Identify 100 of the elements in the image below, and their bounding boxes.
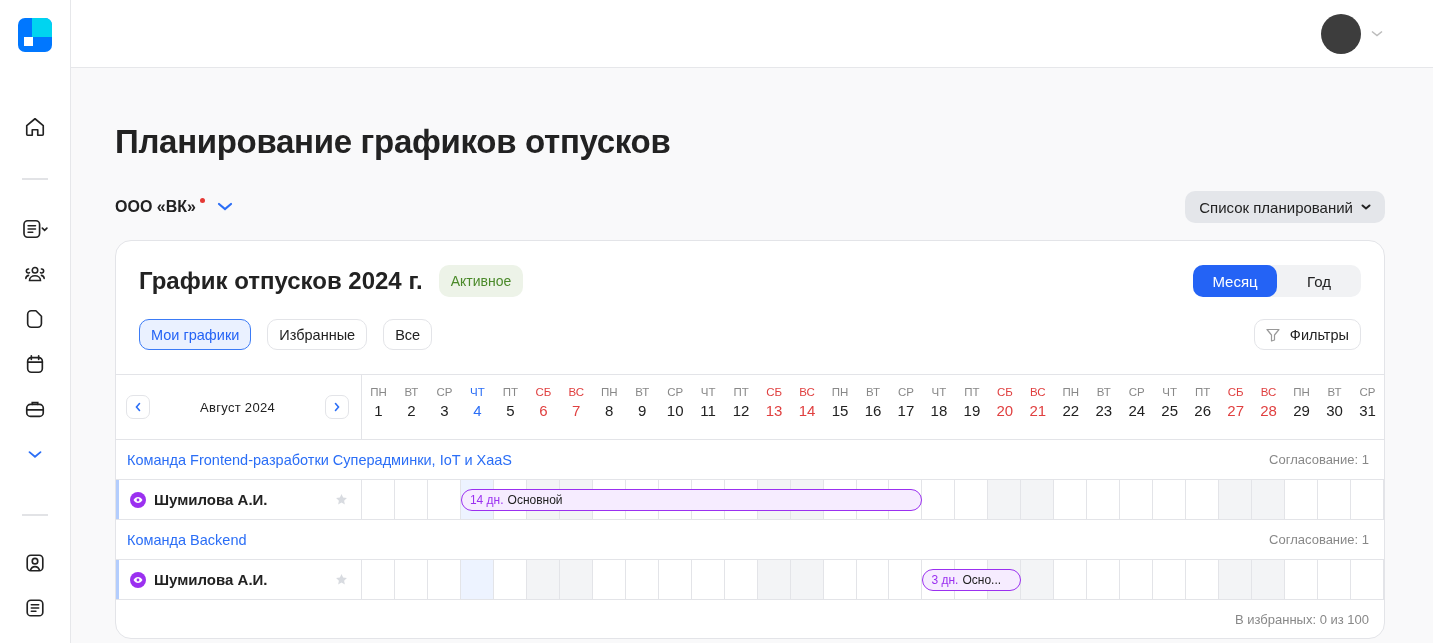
- day-number: 5: [506, 402, 515, 419]
- view-mode-tab[interactable]: Год: [1277, 265, 1361, 297]
- day-number: 25: [1161, 402, 1179, 419]
- weekday-label: СБ: [766, 386, 782, 398]
- day-number: 3: [440, 402, 449, 419]
- filter-chip[interactable]: Избранные: [267, 319, 368, 350]
- weekday-label: СР: [1359, 386, 1376, 398]
- next-month-button[interactable]: [325, 395, 349, 419]
- day-number: 17: [897, 402, 915, 419]
- calendar-icon[interactable]: [24, 353, 46, 375]
- day-number: 10: [666, 402, 684, 419]
- weekday-label: ВС: [1260, 386, 1277, 398]
- weekday-label: ПТ: [733, 386, 749, 398]
- weekday-label: СБ: [996, 386, 1013, 398]
- view-mode-tab[interactable]: Месяц: [1193, 265, 1277, 297]
- star-icon[interactable]: [335, 493, 348, 506]
- favorites-count: В избранных: 0 из 100: [1234, 611, 1369, 627]
- weekday-label: ПН: [1062, 386, 1080, 398]
- eye-icon[interactable]: [130, 571, 146, 588]
- vacation-bar[interactable]: 3 дн. Осно...: [922, 568, 1022, 591]
- weekday-label: ВС: [799, 386, 815, 398]
- day-number: 24: [1128, 402, 1146, 419]
- day-number: 18: [930, 402, 948, 419]
- vacation-duration: 3 дн.: [931, 572, 959, 587]
- employee-name: Шумилова А.И.: [154, 571, 269, 588]
- team-name[interactable]: Команда Frontend-разработки Суперадминки, IoT и XaaS: [127, 451, 512, 468]
- filter-chip[interactable]: Мои графики: [139, 319, 252, 350]
- vacation-duration: 14 дн.: [469, 492, 504, 507]
- weekday-label: ЧТ: [470, 386, 485, 398]
- day-number: 11: [700, 402, 716, 419]
- weekday-label: ПТ: [964, 386, 980, 398]
- status-badge: Активное: [438, 265, 524, 297]
- day-number: 4: [473, 402, 482, 419]
- page-title: Планирование графиков отпусков: [115, 123, 672, 161]
- day-number: 7: [572, 402, 581, 419]
- eye-icon[interactable]: [130, 491, 146, 508]
- team-name[interactable]: Команда Backend: [127, 531, 247, 548]
- day-number: 15: [831, 402, 849, 419]
- weekday-label: ВТ: [1327, 386, 1342, 398]
- day-number: 27: [1227, 402, 1244, 419]
- day-number: 23: [1095, 402, 1113, 419]
- weekday-label: ПТ: [1195, 386, 1211, 398]
- day-number: 1: [374, 402, 383, 419]
- weekday-label: ВТ: [1096, 386, 1111, 398]
- day-number: 2: [407, 402, 416, 419]
- day-number: 12: [732, 402, 750, 419]
- day-number: 8: [605, 402, 614, 419]
- approval-count: Согласование: 1: [1269, 532, 1369, 547]
- day-number: 31: [1359, 402, 1376, 419]
- day-number: 28: [1260, 402, 1277, 419]
- day-number: 21: [1029, 402, 1047, 419]
- weekday-label: ПТ: [502, 386, 518, 398]
- user-avatar[interactable]: [1321, 13, 1361, 54]
- day-number: 20: [996, 402, 1014, 419]
- weekday-label: ПН: [831, 386, 849, 398]
- day-number: 16: [864, 402, 882, 419]
- day-number: 14: [798, 402, 816, 419]
- weekday-label: ПН: [370, 386, 387, 398]
- filters-button[interactable]: Фильтры: [1253, 319, 1361, 350]
- app-logo[interactable]: [18, 18, 52, 52]
- weekday-label: ВС: [568, 386, 585, 398]
- day-number: 29: [1293, 402, 1310, 419]
- contact-card-icon[interactable]: [24, 552, 46, 574]
- month-label: Август 2024: [200, 399, 275, 415]
- document-icon[interactable]: [24, 597, 46, 619]
- weekday-label: СР: [667, 386, 684, 398]
- weekday-label: СР: [897, 386, 914, 398]
- document-list-icon[interactable]: [21, 218, 49, 240]
- weekday-label: ВТ: [866, 386, 880, 398]
- chevron-left-icon: [134, 402, 142, 412]
- employee-name: Шумилова А.И.: [154, 491, 269, 508]
- day-number: 9: [638, 402, 647, 419]
- funnel-icon: [1265, 327, 1280, 342]
- weekday-label: ЧТ: [931, 386, 947, 398]
- organization-name[interactable]: ООО «ВК»: [115, 198, 196, 216]
- chevron-down-icon: [1361, 203, 1371, 211]
- vacation-type: Осно...: [962, 572, 1002, 587]
- day-number: 6: [539, 402, 548, 419]
- home-icon[interactable]: [24, 116, 46, 138]
- vacation-type: Основной: [507, 492, 563, 507]
- star-icon[interactable]: [335, 573, 348, 586]
- vacation-bar[interactable]: 14 дн. Основной: [460, 488, 923, 511]
- schedule-title: График отпусков 2024 г.: [139, 267, 423, 295]
- approval-count: Согласование: 1: [1269, 452, 1369, 467]
- previous-month-button[interactable]: [126, 395, 150, 419]
- weekday-label: СБ: [535, 386, 552, 398]
- weekday-label: СР: [436, 386, 453, 398]
- filter-chip[interactable]: Все: [383, 319, 433, 350]
- weekday-label: ЧТ: [700, 386, 716, 398]
- weekday-label: СБ: [1227, 386, 1244, 398]
- weekday-label: ВТ: [635, 386, 650, 398]
- weekday-label: ВТ: [404, 386, 419, 398]
- day-number: 30: [1326, 402, 1343, 419]
- day-number: 13: [765, 402, 783, 419]
- chevron-right-icon: [333, 402, 341, 412]
- day-number: 22: [1062, 402, 1080, 419]
- chevron-down-icon[interactable]: [216, 202, 233, 212]
- plans-list-button[interactable]: Список планирований: [1185, 191, 1385, 223]
- weekday-label: ЧТ: [1162, 386, 1178, 398]
- weekday-label: ПН: [600, 386, 618, 398]
